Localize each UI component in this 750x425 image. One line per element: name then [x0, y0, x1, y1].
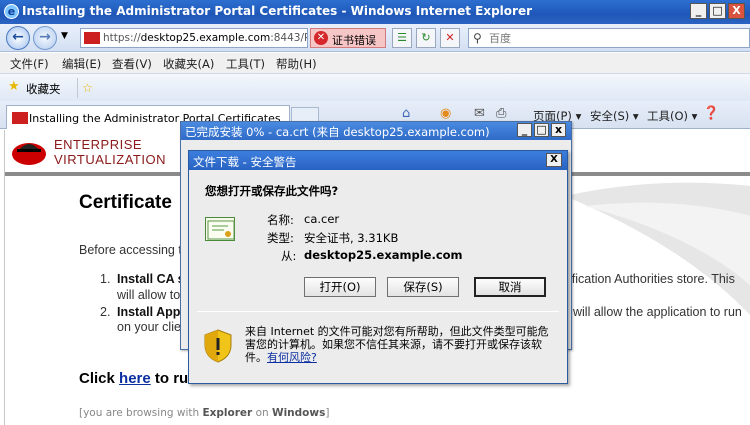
here-link[interactable]: here	[119, 370, 151, 387]
search-icon: ⚲	[473, 31, 482, 45]
home-icon[interactable]: ⌂	[402, 106, 410, 121]
compatibility-view-icon[interactable]: ☰	[392, 28, 412, 48]
click-here-text: Click here to ru	[79, 370, 189, 387]
menu-file[interactable]: 文件(F)	[10, 56, 49, 72]
redhat-logo-icon	[12, 143, 46, 165]
certificate-error-button[interactable]: ✕ 证书错误	[310, 28, 386, 48]
favorites-bar: ★ 收藏夹 ☆	[0, 73, 750, 101]
step-2-line-2: on your clie	[117, 320, 181, 334]
menu-tools[interactable]: 工具(T)	[226, 56, 265, 72]
dialog-divider	[197, 311, 559, 312]
step-1-text: Install CA s	[117, 272, 185, 286]
error-x-icon: ✕	[314, 31, 328, 45]
minimize-button[interactable]: _	[690, 3, 707, 19]
brand-line-1: ENTERPRISE	[54, 137, 143, 152]
file-name-label: 名称:	[267, 213, 294, 227]
open-or-save-question: 您想打开或保存此文件吗?	[205, 184, 339, 198]
tab-favicon-icon	[12, 112, 28, 124]
page-heading: Certificate	[79, 192, 172, 213]
progress-dialog-title-bar[interactable]: 已完成安装 0% - ca.crt (来自 desktop25.example.…	[181, 122, 571, 140]
search-input[interactable]	[489, 31, 739, 45]
certificate-file-icon	[205, 217, 235, 241]
stop-icon[interactable]: ✕	[440, 28, 460, 48]
certificate-error-label: 证书错误	[332, 34, 376, 47]
menu-view[interactable]: 查看(V)	[112, 56, 152, 72]
step-2-tail: will allow the application to run	[573, 305, 742, 319]
what-is-the-risk-link[interactable]: 有何风险?	[267, 351, 317, 364]
tools-menu[interactable]: 工具(O) ▾	[647, 108, 697, 124]
favorites-star-icon[interactable]: ★	[8, 79, 20, 94]
maximize-button[interactable]: □	[709, 3, 726, 19]
security-dialog-close-button[interactable]: X	[546, 153, 562, 167]
safety-menu[interactable]: 安全(S) ▾	[590, 108, 639, 124]
favorites-label[interactable]: 收藏夹	[26, 81, 61, 97]
security-warning-text: 来自 Internet 的文件可能对您有所帮助，但此文件类型可能危害您的计算机。…	[245, 325, 549, 364]
ie-logo-icon: e	[4, 4, 19, 19]
progress-close-button[interactable]: x	[551, 123, 566, 137]
browser-info-text: [you are browsing with Explorer on Windo…	[79, 407, 330, 419]
file-type-value: 安全证书, 3.31KB	[304, 231, 399, 245]
menu-edit[interactable]: 编辑(E)	[62, 56, 101, 72]
read-mail-icon[interactable]: ✉	[474, 106, 485, 121]
open-button[interactable]: 打开(O)	[304, 277, 376, 297]
menu-help[interactable]: 帮助(H)	[276, 56, 317, 72]
progress-dialog-title: 已完成安装 0% - ca.crt (来自 desktop25.example.…	[185, 125, 490, 139]
security-shield-warning-icon	[204, 329, 232, 363]
window-title: Installing the Administrator Portal Cert…	[22, 4, 532, 18]
intro-text: Before accessing t	[79, 243, 182, 257]
brand-line-2: VIRTUALIZATION	[54, 152, 166, 167]
address-bar[interactable]: https://desktop25.example.com:8443/RHE	[80, 28, 308, 48]
step-2-text: Install App	[117, 305, 181, 319]
print-icon[interactable]: ⎙	[496, 106, 506, 121]
security-dialog-title: 文件下载 - 安全警告	[193, 155, 297, 169]
refresh-icon[interactable]: ↻	[416, 28, 436, 48]
add-favorite-icon[interactable]: ☆	[77, 78, 97, 98]
step-2-number: 2.	[100, 305, 111, 319]
address-toolbar: ← → ▼ https://desktop25.example.com:8443…	[0, 24, 750, 52]
progress-maximize-button[interactable]: □	[534, 123, 549, 137]
step-1-line-2: will allow to	[117, 288, 181, 302]
cancel-button[interactable]: 取消	[474, 277, 546, 297]
file-type-label: 类型:	[267, 231, 294, 245]
browser-title-bar: e Installing the Administrator Portal Ce…	[0, 0, 750, 24]
save-button[interactable]: 保存(S)	[387, 277, 459, 297]
back-arrow-icon[interactable]: ←	[6, 26, 30, 50]
search-box[interactable]: ⚲	[468, 28, 750, 48]
file-download-security-dialog: 文件下载 - 安全警告 X 您想打开或保存此文件吗? 名称: ca.cer 类型…	[188, 150, 568, 384]
file-source-label: 从:	[281, 249, 297, 263]
menu-bar: 文件(F) 编辑(E) 查看(V) 收藏夹(A) 工具(T) 帮助(H)	[0, 53, 750, 73]
security-dialog-title-bar[interactable]: 文件下载 - 安全警告 X	[189, 151, 567, 170]
feeds-icon[interactable]: ◉	[440, 106, 451, 121]
history-dropdown-icon[interactable]: ▼	[61, 31, 68, 41]
url-text: https://desktop25.example.com:8443/RHE	[103, 32, 307, 44]
site-favicon-icon	[84, 32, 100, 44]
menu-favorites[interactable]: 收藏夹(A)	[163, 56, 214, 72]
file-source-value: desktop25.example.com	[304, 248, 463, 262]
step-1-tail: ification Authorities store. This	[569, 272, 735, 286]
help-icon[interactable]: ❓	[703, 106, 719, 121]
forward-arrow-icon[interactable]: →	[33, 26, 57, 50]
decorative-swoosh-icon	[565, 182, 750, 315]
step-1-number: 1.	[100, 272, 111, 286]
close-button[interactable]: X	[728, 3, 745, 19]
file-name-value: ca.cer	[304, 212, 340, 226]
progress-minimize-button[interactable]: _	[517, 123, 532, 137]
